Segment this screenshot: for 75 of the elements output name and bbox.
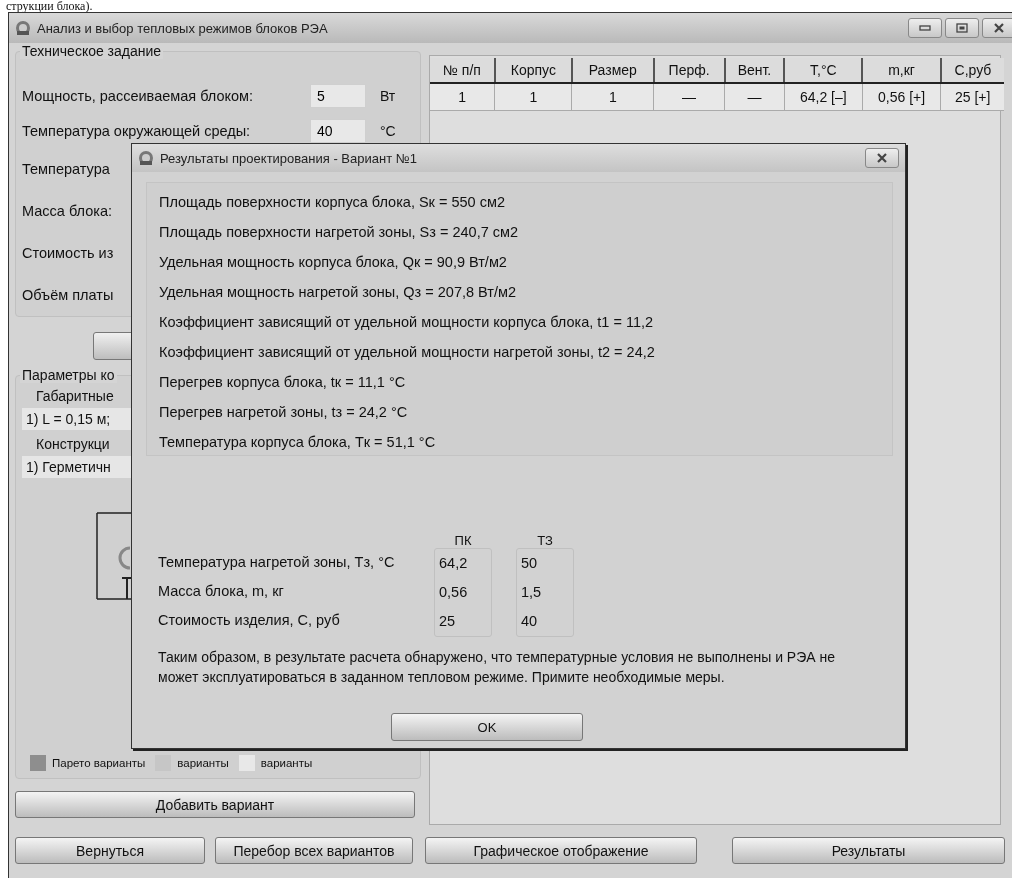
result-line: Температура корпуса блока, Tк = 51,1 °C	[159, 433, 437, 452]
add-variant-button[interactable]: Добавить вариант	[15, 791, 415, 818]
group-title: Техническое задание	[20, 43, 164, 59]
field-label: Температура окружающей среды:	[22, 122, 251, 139]
maximize-button[interactable]	[945, 18, 979, 38]
value-text: 0,56	[439, 583, 469, 602]
value-text: 40	[521, 612, 539, 631]
result-line: Коэффициент зависящий от удельной мощности нагретой зоны, t2 = 24,2	[159, 343, 656, 362]
field-label: Габаритные	[36, 387, 114, 406]
field-label: Конструкци	[36, 435, 110, 454]
value-text: 1,5	[521, 583, 543, 602]
ok-button[interactable]: OK	[391, 713, 583, 741]
column-header: ПК	[453, 534, 473, 548]
row-label: Масса блока, m, кг	[158, 582, 285, 601]
result-line: Удельная мощность корпуса блока, Qк = 90,9 Вт/м2	[159, 253, 508, 272]
result-line: Перегрев нагретой зоны, tз = 24,2 °C	[159, 403, 409, 422]
unit-label: °C	[380, 122, 396, 139]
column-header[interactable]: Вент.	[724, 58, 785, 83]
table-cell: —	[653, 83, 725, 111]
column-header[interactable]: Корпус	[494, 58, 572, 83]
maximize-icon	[956, 23, 968, 33]
table-cell: 0,56 [+]	[862, 83, 941, 111]
minimize-icon	[919, 24, 931, 32]
row-label: Стоимость изделия, C, руб	[158, 611, 341, 630]
legend-label: варианты	[177, 757, 229, 770]
field-label: Объём платы	[22, 287, 114, 303]
column-header[interactable]: Перф.	[653, 58, 725, 83]
group-title: Параметры ко	[20, 367, 117, 383]
app-icon	[138, 150, 154, 166]
value-text: 25	[439, 612, 457, 631]
minimize-button[interactable]	[908, 18, 942, 38]
conclusion-text: Таким образом, в результате расчета обнаружено, что температурные условия не выполнены и РЭА не может эксплуатироваться в заданном тепловом режиме. Примите необходимые меры.	[158, 648, 836, 687]
field-label: Мощность, рассеиваемая блоком:	[22, 87, 254, 104]
result-line: Площадь поверхности корпуса блока, Sк = 550 см2	[159, 193, 506, 212]
input-field[interactable]: 5	[310, 83, 366, 108]
unit-label: Вт	[380, 87, 396, 104]
dropdown-field[interactable]: 1) L = 0,15 м;	[22, 408, 134, 430]
close-icon	[876, 153, 888, 163]
close-button[interactable]	[982, 18, 1012, 38]
app-icon	[15, 20, 31, 36]
action-button[interactable]: Перебор всех вариантов	[215, 837, 413, 864]
result-line: Площадь поверхности нагретой зоны, Sз = 240,7 см2	[159, 223, 520, 242]
close-icon	[993, 23, 1005, 33]
result-line: Коэффициент зависящий от удельной мощности корпуса блока, t1 = 11,2	[159, 313, 655, 332]
table-cell: 1	[430, 83, 495, 111]
dropdown-field[interactable]: 1) Герметичн	[22, 456, 134, 478]
action-button[interactable]: Результаты	[732, 837, 1005, 864]
field-label: Стоимость из	[22, 245, 114, 261]
field-label: Температура	[22, 161, 110, 177]
table-cell: 25 [+]	[940, 83, 1004, 111]
column-header[interactable]: № п/п	[430, 58, 495, 83]
input-field[interactable]: 40	[310, 118, 366, 143]
column-header[interactable]: T,°C	[784, 58, 863, 83]
table-cell: 64,2 [–]	[784, 83, 863, 111]
window-title: Анализ и выбор тепловых режимов блоков РЭА	[37, 20, 328, 36]
table-cell: 1	[571, 83, 654, 111]
column-header[interactable]: m,кг	[862, 58, 941, 83]
column-header[interactable]: C,руб	[940, 58, 1004, 83]
action-button[interactable]: Вернуться	[15, 837, 205, 864]
row-label: Температура нагретой зоны, Tз, °C	[158, 553, 396, 572]
result-line: Удельная мощность нагретой зоны, Qз = 207,8 Вт/м2	[159, 283, 517, 302]
legend-label: Парето варианты	[52, 757, 146, 770]
column-header: ТЗ	[536, 534, 554, 548]
value-text: 50	[521, 554, 539, 573]
table-cell: 1	[494, 83, 572, 111]
legend-label: варианты	[260, 757, 313, 770]
action-button[interactable]: Графическое отображение	[425, 837, 697, 864]
result-line: Перегрев корпуса блока, tк = 11,1 °C	[159, 373, 407, 392]
column-header[interactable]: Размер	[571, 58, 654, 83]
value-text: 64,2	[439, 554, 469, 573]
table-cell: —	[724, 83, 785, 111]
document-text: струкции блока).	[5, 0, 94, 12]
close-button[interactable]	[865, 148, 899, 168]
field-label: Масса блока:	[22, 203, 112, 219]
dialog-title: Результаты проектирования - Вариант №1	[160, 150, 417, 166]
